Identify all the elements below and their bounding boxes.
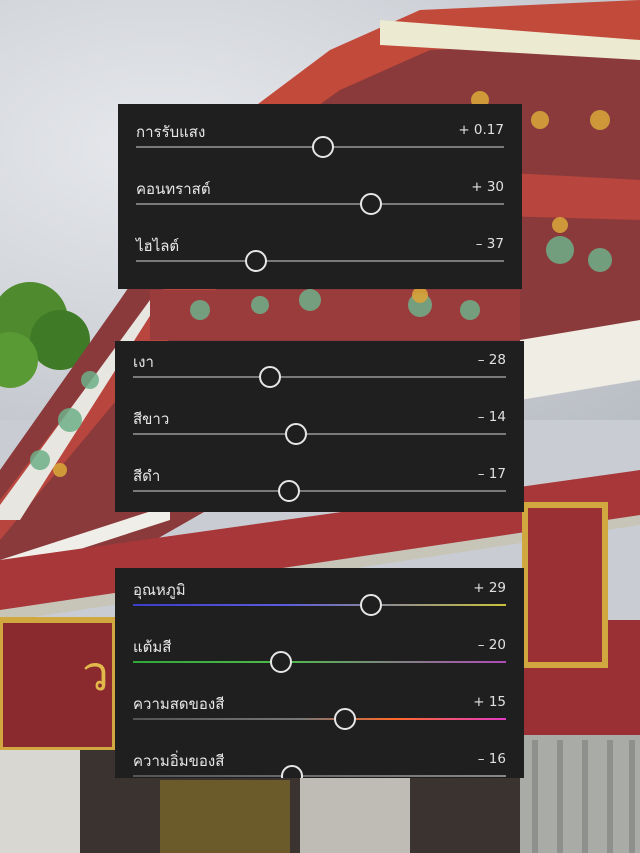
slider-knob[interactable]: [359, 193, 382, 215]
slider-label: การรับแสง: [136, 123, 206, 141]
slider-track[interactable]: [133, 718, 506, 720]
slider-value: – 20: [477, 637, 506, 653]
light-adjust-panel: การรับแสง + 0.17 คอนทราสต์ + 30 ไฮไลต์ –…: [118, 104, 522, 289]
color-adjust-panel: อุณหภูมิ + 29 แต้มสี – 20 ความสดของสี + …: [115, 568, 524, 778]
slider-label: ความอิ่มของสี: [133, 752, 225, 770]
slider-row-temperature: อุณหภูมิ + 29: [133, 568, 506, 623]
slider-track[interactable]: [133, 376, 506, 378]
slider-value: – 16: [477, 751, 506, 767]
slider-knob[interactable]: [245, 250, 268, 272]
slider-row-saturation: ความอิ่มของสี – 16: [133, 737, 506, 778]
slider-knob[interactable]: [281, 765, 304, 778]
slider-track[interactable]: [136, 203, 504, 205]
slider-label: คอนทราสต์: [136, 180, 211, 198]
slider-value: – 17: [477, 466, 506, 482]
slider-row-tint: แต้มสี – 20: [133, 623, 506, 680]
slider-row-vibrance: ความสดของสี + 15: [133, 680, 506, 737]
slider-value: + 15: [473, 694, 506, 710]
slider-knob[interactable]: [270, 651, 293, 673]
slider-value: – 28: [477, 352, 506, 368]
slider-label: สีขาว: [133, 410, 170, 428]
slider-label: ความสดของสี: [133, 695, 225, 713]
slider-value: + 29: [473, 580, 506, 596]
svg-text:ว: ว: [82, 646, 109, 702]
slider-label: ไฮไลต์: [136, 237, 180, 255]
slider-track[interactable]: [133, 433, 506, 435]
slider-knob[interactable]: [259, 366, 281, 388]
slider-track[interactable]: [133, 661, 506, 663]
slider-value: + 30: [471, 179, 504, 195]
slider-knob[interactable]: [277, 480, 300, 502]
slider-track[interactable]: [133, 775, 506, 777]
slider-knob[interactable]: [333, 708, 356, 730]
slider-label: อุณหภูมิ: [133, 581, 186, 599]
slider-track[interactable]: [136, 260, 504, 262]
slider-label: เงา: [133, 353, 154, 371]
slider-row-blacks: สีดำ – 17: [133, 452, 506, 509]
slider-row-contrast: คอนทราสต์ + 30: [136, 165, 504, 222]
slider-row-whites: สีขาว – 14: [133, 395, 506, 452]
slider-value: + 0.17: [458, 122, 504, 138]
slider-track[interactable]: [133, 604, 506, 606]
slider-value: – 37: [475, 236, 504, 252]
slider-track[interactable]: [133, 490, 506, 492]
slider-row-exposure: การรับแสง + 0.17: [136, 108, 504, 165]
tone-adjust-panel: เงา – 28 สีขาว – 14 สีดำ – 17: [115, 341, 524, 512]
slider-label: แต้มสี: [133, 638, 172, 656]
slider-value: – 14: [477, 409, 506, 425]
slider-label: สีดำ: [133, 467, 161, 485]
slider-row-shadows: เงา – 28: [133, 341, 506, 395]
slider-row-highlights: ไฮไลต์ – 37: [136, 222, 504, 279]
slider-knob[interactable]: [359, 594, 382, 616]
slider-knob[interactable]: [311, 136, 334, 158]
slider-knob[interactable]: [285, 423, 308, 445]
